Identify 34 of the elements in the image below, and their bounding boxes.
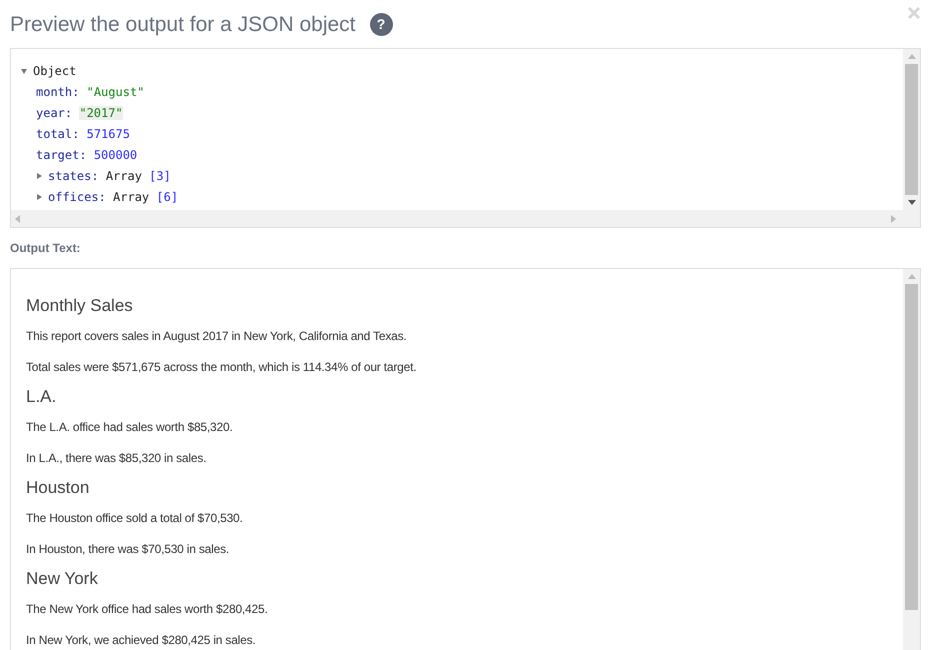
collapse-arrow-icon[interactable] <box>21 68 27 74</box>
expand-arrow-icon[interactable] <box>36 172 42 178</box>
paragraph: Total sales were $571,675 across the month, which is 114.34% of our target. <box>26 358 418 376</box>
scroll-down-icon[interactable] <box>908 200 916 205</box>
expand-arrow-icon[interactable] <box>36 194 42 200</box>
horizontal-scrollbar[interactable] <box>11 210 920 227</box>
json-entry: total: 571675 <box>36 126 130 140</box>
json-entry: month: "August" <box>36 84 144 98</box>
section-heading: Monthly Sales <box>26 295 134 317</box>
paragraph: This report covers sales in August 2017 in New York, California and Texas. <box>26 328 408 345</box>
paragraph: In Houston, there was $70,530 in sales. <box>26 540 230 558</box>
dialog-title: Preview the output for a JSON object <box>10 12 356 37</box>
close-icon[interactable] <box>907 6 921 20</box>
scroll-up-icon[interactable] <box>908 54 916 59</box>
section-heading: L.A. <box>26 386 58 408</box>
section-heading: New York <box>26 568 99 590</box>
vertical-scrollbar[interactable] <box>903 269 920 650</box>
json-entry: year: "2017" <box>36 106 123 120</box>
help-icon[interactable]: ? <box>370 12 393 36</box>
section-heading: Houston <box>26 477 90 499</box>
paragraph: In L.A., there was $85,320 in sales. <box>26 450 208 466</box>
json-entry[interactable]: offices: Array [6] <box>48 190 178 204</box>
scroll-right-icon[interactable] <box>891 214 896 222</box>
scroll-left-icon[interactable] <box>15 214 20 222</box>
json-entry[interactable]: states: Array [3] <box>48 168 171 182</box>
vertical-scrollbar[interactable] <box>903 49 920 210</box>
paragraph: In New York, we achieved $280,425 in sales. <box>26 632 257 648</box>
json-entry: target: 500000 <box>36 148 138 162</box>
paragraph: The Houston office sold a total of $70,530. <box>26 510 244 527</box>
paragraph: The New York office had sales worth $280,425. <box>26 601 269 618</box>
paragraph: The L.A. office had sales worth $85,320. <box>26 419 234 436</box>
object-label: Object <box>33 64 76 78</box>
scroll-up-icon[interactable] <box>908 274 916 279</box>
output-label: Output Text: <box>10 241 82 255</box>
